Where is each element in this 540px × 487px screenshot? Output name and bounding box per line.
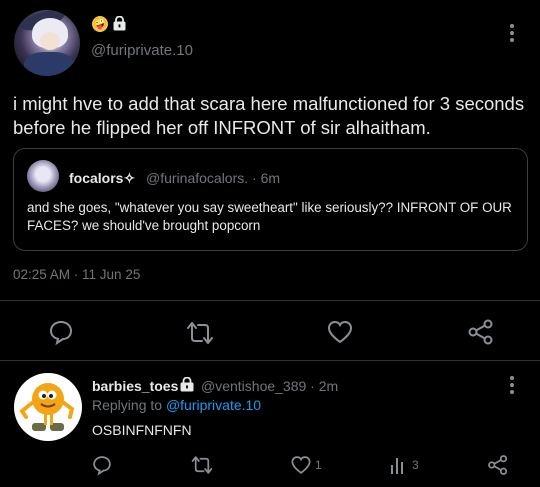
like-icon <box>327 320 353 344</box>
lock-icon <box>180 377 194 392</box>
retweet-icon <box>191 456 213 474</box>
reply-icon <box>49 320 73 346</box>
like-button[interactable] <box>326 318 354 346</box>
reply-author-name[interactable]: barbies_toes <box>92 378 178 394</box>
lock-icon <box>113 16 126 31</box>
like-count: 1 <box>315 458 322 472</box>
reply-button[interactable] <box>47 318 75 346</box>
tweet-timestamp[interactable]: 02:25 AM · 11 Jun 25 <box>13 267 140 282</box>
divider <box>0 300 540 301</box>
avatar-coat <box>24 52 74 76</box>
views-icon <box>391 458 403 474</box>
retweet-button[interactable] <box>191 454 213 476</box>
reply-text: OSBINFNFNFN <box>92 422 192 438</box>
replying-prefix: Replying to <box>92 397 163 413</box>
like-icon <box>291 456 311 474</box>
more-options-icon[interactable] <box>504 374 520 396</box>
share-icon <box>488 455 508 475</box>
tweet-text: i might hve to add that scara here malfu… <box>13 93 525 138</box>
quote-author-name: focalors✧ <box>69 170 136 186</box>
reply-avatar[interactable] <box>14 373 82 441</box>
quote-text: and she goes, "whatever you say sweethea… <box>27 200 512 233</box>
emoji-character-image <box>19 383 75 431</box>
reply-author-handle: @ventishoe_389 · 2m <box>201 378 339 394</box>
quote-author-handle: @furinafocalors. · 6m <box>146 170 281 186</box>
views-button[interactable] <box>388 454 410 476</box>
zany-face-emoji: 🤪 <box>92 16 108 32</box>
avatar[interactable] <box>14 10 80 76</box>
more-options-icon[interactable] <box>504 22 520 44</box>
view-count: 3 <box>412 458 419 472</box>
share-button[interactable] <box>467 318 495 346</box>
quote-avatar <box>27 160 59 192</box>
replying-to: Replying to @furiprivate.10 <box>92 397 261 413</box>
like-button[interactable] <box>290 454 312 476</box>
replying-to-link[interactable]: @furiprivate.10 <box>166 397 261 413</box>
reply-icon <box>93 456 111 476</box>
share-button[interactable] <box>487 454 509 476</box>
avatar-face <box>40 32 60 50</box>
divider <box>0 360 540 361</box>
author-handle[interactable]: @furiprivate.10 <box>91 42 193 59</box>
reply-button[interactable] <box>91 454 113 476</box>
share-icon <box>468 319 493 345</box>
retweet-button[interactable] <box>186 319 214 347</box>
retweet-icon <box>187 322 213 344</box>
